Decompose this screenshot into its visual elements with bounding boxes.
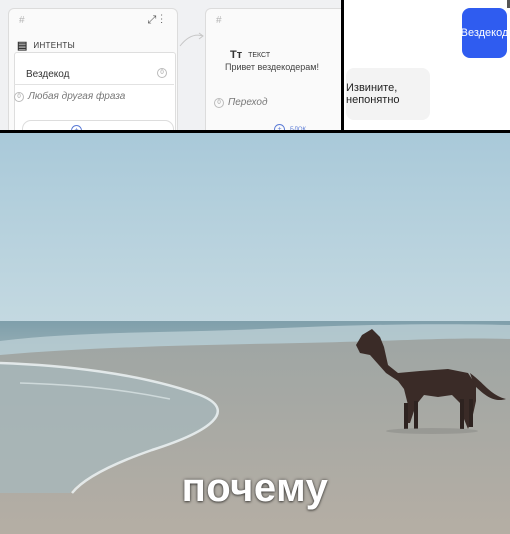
bot-reply-text: Извините, непонятно [346, 82, 400, 106]
top-panel: # ⤢⋮ ▤ ИНТЕНТЫ Вездекод 0 0 Любая другая… [0, 0, 510, 133]
expand-icon[interactable]: ⤢ [147, 14, 160, 26]
more-icon[interactable]: ⋮ [160, 14, 167, 26]
intent-phrase[interactable]: Вездекод [26, 69, 69, 80]
meme-caption: почему [181, 466, 329, 510]
other-phrase-badge-icon: 0 [14, 91, 24, 102]
connection-arrow-icon [179, 32, 204, 47]
block-hash-label: # [216, 15, 222, 26]
user-message-text: Вездекод [460, 27, 509, 39]
user-message-bubble: Вездекод [460, 8, 509, 58]
block-tools: ⤢⋮ [147, 14, 167, 27]
goto-text: Переход [228, 97, 268, 108]
other-phrase-row[interactable]: 0 Любая другая фраза [14, 91, 125, 102]
panel-divider-vertical [341, 0, 344, 133]
chat-preview: Вездекод Извините, непонятно [344, 0, 510, 130]
goto-badge-icon: 0 [214, 97, 224, 108]
phrase-divider [14, 84, 174, 85]
goto-row[interactable]: 0 Переход [214, 97, 267, 108]
text-type-icon: Tт [230, 49, 243, 61]
block-hash-label: # [19, 15, 25, 26]
meme-photo: почему [0, 133, 510, 534]
intents-icon: ▤ [17, 39, 28, 52]
other-phrase-text: Любая другая фраза [28, 91, 126, 102]
phrase-badge-icon: 0 [157, 68, 167, 78]
text-block-body[interactable]: Привет вездекодерам! [225, 62, 319, 72]
scenario-builder-canvas: # ⤢⋮ ▤ ИНТЕНТЫ Вездекод 0 0 Любая другая… [0, 0, 343, 133]
text-block-title: ТЕКСТ [248, 51, 271, 59]
intent-block-title: ИНТЕНТЫ [33, 40, 76, 50]
intent-block-header: ▤ ИНТЕНТЫ [17, 37, 75, 53]
text-block-header: Tт ТЕКСТ [230, 49, 270, 61]
bot-reply-bubble: Извините, непонятно [346, 68, 430, 120]
